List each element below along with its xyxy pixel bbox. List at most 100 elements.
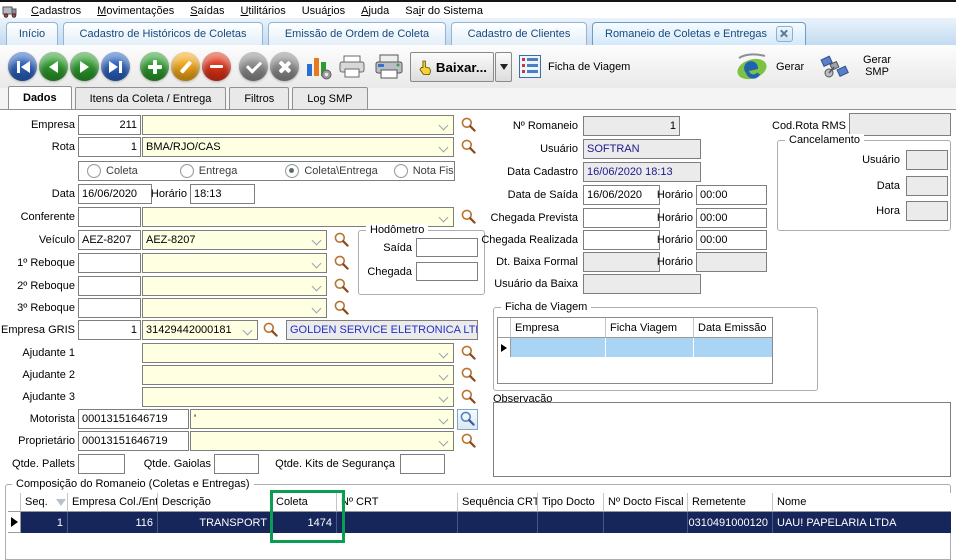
tab-emissao-ordem-coleta[interactable]: Emissão de Ordem de Coleta xyxy=(268,22,446,45)
chegada-prevista-horario-field[interactable]: 00:00 xyxy=(696,208,767,228)
cancel-button[interactable] xyxy=(270,52,299,81)
col-n-crt[interactable]: Nº CRT xyxy=(337,493,458,512)
ajudante2-combo[interactable] xyxy=(142,365,454,385)
data-saida-field[interactable]: 16/06/2020 xyxy=(583,185,660,205)
empresa-gris-code-field[interactable]: 1 xyxy=(78,320,141,340)
reboque2-code-field[interactable] xyxy=(78,276,141,296)
empresa-combo[interactable] xyxy=(142,115,454,135)
motorista-code-field[interactable]: 00013151646719 xyxy=(78,409,189,429)
ajudante2-search-icon[interactable] xyxy=(460,366,478,384)
empresa-gris-label: Empresa GRIS xyxy=(2,320,75,340)
delete-button[interactable] xyxy=(202,52,231,81)
motorista-combo[interactable]: ' xyxy=(190,409,454,429)
col-descricao[interactable]: Descrição xyxy=(158,493,272,512)
previous-record-button[interactable] xyxy=(39,52,68,81)
col-empresa-col-ent[interactable]: Empresa Col./Ent. xyxy=(68,493,158,512)
reboque1-combo[interactable] xyxy=(142,253,327,273)
baixar-button[interactable]: Baixar... xyxy=(410,52,494,82)
menu-sair-do-sistema[interactable]: Sair do Sistema xyxy=(397,3,491,19)
menu-cadastros[interactable]: Cadastros xyxy=(23,3,89,19)
proprietario-search-icon[interactable] xyxy=(460,432,478,450)
veiculo-code-field[interactable]: AEZ-8207 xyxy=(78,230,141,250)
tab-romaneio-coletas-entregas[interactable]: Romaneio de Coletas e Entregas xyxy=(592,22,806,45)
qtde-pallets-field[interactable] xyxy=(78,454,125,474)
proprietario-combo[interactable] xyxy=(190,431,454,451)
menu-utilitarios[interactable]: Utilitários xyxy=(232,3,293,19)
confirm-button[interactable] xyxy=(239,52,268,81)
proprietario-code-field[interactable]: 00013151646719 xyxy=(78,431,189,451)
tab-itens-coleta-entrega[interactable]: Itens da Coleta / Entrega xyxy=(75,87,227,109)
menu-movimentacoes[interactable]: Movimentações xyxy=(89,3,182,19)
veiculo-combo[interactable]: AEZ-8207 xyxy=(142,230,327,250)
tab-cadastro-clientes[interactable]: Cadastro de Clientes xyxy=(451,22,587,45)
tab-log-smp[interactable]: Log SMP xyxy=(292,87,367,109)
col-seq[interactable]: Seq. xyxy=(21,493,68,512)
radio-nota-fiscal[interactable] xyxy=(394,164,408,178)
chart-settings-icon[interactable] xyxy=(305,54,332,83)
tab-inicio[interactable]: Início xyxy=(6,22,58,45)
veiculo-search-icon[interactable] xyxy=(333,231,351,249)
ajudante3-combo[interactable] xyxy=(142,387,454,407)
menu-ajuda[interactable]: Ajuda xyxy=(353,3,397,19)
ficha-viagem-icon[interactable] xyxy=(519,55,541,81)
sort-icon xyxy=(56,499,66,506)
observacao-textarea[interactable] xyxy=(493,402,951,477)
reboque3-code-field[interactable] xyxy=(78,298,141,318)
motorista-search-button[interactable] xyxy=(457,409,478,430)
col-tipo-docto[interactable]: Tipo Docto xyxy=(538,493,604,512)
chegada-realizada-field[interactable] xyxy=(583,230,660,250)
rota-code-field[interactable]: 1 xyxy=(78,137,141,157)
last-record-button[interactable] xyxy=(101,52,130,81)
radio-entrega[interactable] xyxy=(180,164,194,178)
n-romaneio-field: 1 xyxy=(583,116,680,136)
hodometro-saida-field[interactable] xyxy=(416,238,478,257)
add-button[interactable] xyxy=(140,52,169,81)
empresa-code-field[interactable]: 211 xyxy=(78,115,141,135)
plus-icon xyxy=(148,60,162,74)
ajudante1-combo[interactable] xyxy=(142,343,454,363)
first-record-button[interactable] xyxy=(8,52,37,81)
satellite-icon[interactable] xyxy=(820,54,850,83)
menu-usuarios[interactable]: Usuários xyxy=(294,3,353,19)
reboque3-combo[interactable] xyxy=(142,298,327,318)
tab-cadastro-historicos-coletas[interactable]: Cadastro de Históricos de Coletas xyxy=(63,22,263,45)
empresa-gris-search-icon[interactable] xyxy=(262,321,280,339)
qtde-kits-field[interactable] xyxy=(400,454,445,474)
ajudante3-search-icon[interactable] xyxy=(460,388,478,406)
data-saida-horario-field[interactable]: 00:00 xyxy=(696,185,767,205)
col-remetente[interactable]: Remetente xyxy=(688,493,773,512)
composicao-row-1[interactable]: 1 116 TRANSPORT 1474 10310491000120 UAU!… xyxy=(8,512,951,533)
col-nome[interactable]: Nome xyxy=(773,493,951,512)
ficha-viagem-row[interactable] xyxy=(498,338,772,357)
tab-filtros[interactable]: Filtros xyxy=(229,87,289,109)
tab-dados[interactable]: Dados xyxy=(8,86,72,109)
menu-saidas[interactable]: Saídas xyxy=(182,3,232,19)
col-sequencia-crt[interactable]: Sequência CRT xyxy=(458,493,538,512)
rota-combo[interactable]: BMA/RJO/CAS xyxy=(142,137,454,157)
edit-button[interactable] xyxy=(171,52,200,81)
radio-coleta-entrega[interactable] xyxy=(285,164,299,178)
printer-icon[interactable] xyxy=(374,54,404,83)
reboque1-search-icon[interactable] xyxy=(333,254,351,272)
reboque2-combo[interactable] xyxy=(142,276,327,296)
next-record-button[interactable] xyxy=(70,52,99,81)
chegada-realizada-horario-field[interactable]: 00:00 xyxy=(696,230,767,250)
horario-field[interactable]: 18:13 xyxy=(190,184,255,204)
print-preview-icon[interactable] xyxy=(338,55,366,82)
data-field[interactable]: 16/06/2020 xyxy=(78,184,152,204)
col-coleta[interactable]: Coleta xyxy=(272,493,337,512)
hodometro-chegada-field[interactable] xyxy=(416,262,478,281)
reboque1-code-field[interactable] xyxy=(78,253,141,273)
col-n-docto-fiscal[interactable]: Nº Docto Fiscal xyxy=(604,493,688,512)
reboque2-search-icon[interactable] xyxy=(333,277,351,295)
baixar-dropdown-button[interactable] xyxy=(495,52,512,82)
chegada-prevista-field[interactable] xyxy=(583,208,660,228)
conferente-code-field[interactable] xyxy=(78,207,141,227)
empresa-gris-combo[interactable]: 31429442000181 xyxy=(142,320,258,340)
qtde-gaiolas-field[interactable] xyxy=(214,454,259,474)
reboque3-search-icon[interactable] xyxy=(333,299,351,317)
radio-coleta[interactable] xyxy=(87,164,101,178)
close-tab-icon[interactable] xyxy=(776,26,793,42)
ajudante1-search-icon[interactable] xyxy=(460,344,478,362)
mdfe-icon[interactable] xyxy=(733,52,771,85)
